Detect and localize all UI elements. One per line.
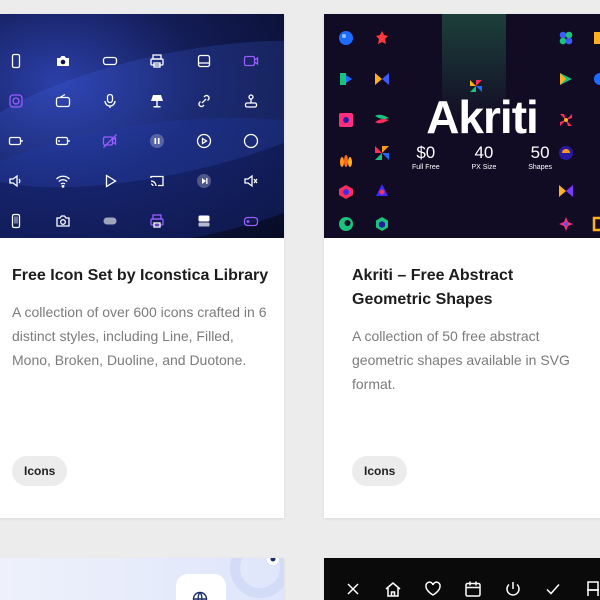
resource-card-akriti[interactable]: Akriti $0 Full Free 40 PX Size 50 Shapes… — [324, 14, 600, 518]
video-off-icon — [101, 132, 119, 150]
lamp-icon — [148, 92, 166, 110]
battery-icon — [7, 132, 25, 150]
resource-card-4[interactable] — [324, 558, 600, 600]
stat-price: $0 Full Free — [412, 143, 440, 172]
volume-icon — [7, 172, 25, 190]
stat-count: 50 Shapes — [528, 143, 552, 172]
shape-butterfly-icon — [559, 185, 573, 197]
smartphone-icon — [7, 212, 25, 230]
microphone-icon — [101, 92, 119, 110]
shape-pink-spark-icon — [559, 217, 573, 231]
stat-label: PX Size — [471, 164, 497, 171]
shape-red-star-icon — [376, 31, 388, 44]
circle-icon — [242, 132, 260, 150]
next-track-icon — [195, 172, 213, 190]
joystick-icon — [242, 92, 260, 110]
stat-value: 50 — [530, 143, 550, 162]
shape-orange-disc-icon — [559, 146, 573, 160]
device-icon — [195, 52, 213, 70]
card-description: A collection of 50 free abstract geometr… — [352, 328, 570, 392]
shape-leaf-icon — [375, 114, 389, 124]
phone-icon — [7, 52, 25, 70]
shape-green-swirl-icon — [339, 217, 353, 231]
cast-icon — [148, 172, 166, 190]
card-title[interactable]: Akriti – Free Abstract Geometric Shapes — [352, 264, 588, 312]
akriti-stats: $0 Full Free 40 PX Size 50 Shapes — [412, 143, 552, 172]
card-title[interactable]: Free Icon Set by Iconstica Library — [12, 264, 272, 288]
camera-filled-icon — [54, 52, 72, 70]
shape-green-half-icon — [340, 73, 352, 85]
shape-red-ring-icon — [339, 185, 353, 199]
target-icon — [7, 92, 25, 110]
play-icon — [101, 172, 119, 190]
shape-green-hex-icon — [376, 217, 388, 231]
page: Free Icon Set by Iconstica Library A col… — [0, 0, 600, 600]
home-icon — [385, 582, 401, 597]
close-icon — [347, 583, 359, 595]
video-camera-icon — [242, 52, 260, 70]
shape-clover-icon — [559, 31, 573, 45]
play-circle-icon — [195, 132, 213, 150]
card-description: A collection of over 600 icons crafted i… — [12, 304, 267, 368]
card-thumbnail[interactable] — [324, 558, 600, 600]
shape-yellow-edge-icon — [594, 32, 600, 44]
shape-blue-cluster-icon — [339, 31, 353, 45]
heart-icon — [425, 581, 441, 596]
check-icon — [546, 584, 560, 595]
shape-orange-flame-icon — [340, 155, 352, 167]
radio-icon — [54, 92, 72, 110]
stat-label: Full Free — [412, 164, 440, 171]
stat-size: 40 PX Size — [471, 143, 497, 172]
game-controller-icon — [242, 212, 260, 230]
gamepad-icon — [101, 212, 119, 230]
pause-icon — [148, 132, 166, 150]
shape-purple-wave-icon — [376, 184, 388, 196]
shape-pink-square-icon — [339, 113, 353, 127]
link-icon — [195, 92, 213, 110]
shape-x-petals-icon — [560, 114, 572, 126]
stat-value: 40 — [474, 143, 494, 162]
resource-card-3[interactable] — [0, 558, 284, 600]
icon-row — [344, 580, 600, 598]
power-icon — [506, 582, 520, 596]
small-badge-icon — [267, 558, 279, 565]
shape-arrow-green-icon — [560, 73, 572, 85]
resource-card-iconstica[interactable]: Free Icon Set by Iconstica Library A col… — [0, 14, 284, 518]
storage-icon — [195, 212, 213, 230]
printer-icon — [148, 52, 166, 70]
stat-label: Shapes — [528, 164, 552, 171]
shape-blue-edge-icon — [594, 73, 600, 85]
wifi-icon — [54, 172, 72, 190]
print-color-icon — [148, 212, 166, 230]
iconstica-thumbnail[interactable] — [0, 14, 284, 238]
akriti-thumbnail[interactable]: Akriti $0 Full Free 40 PX Size 50 Shapes — [324, 14, 600, 238]
akriti-wordmark: Akriti — [426, 91, 539, 143]
icon-grid — [0, 14, 284, 238]
card-thumbnail[interactable] — [0, 558, 284, 600]
tag-icons[interactable]: Icons — [352, 456, 408, 486]
calendar-icon — [465, 581, 481, 597]
card-body: Akriti – Free Abstract Geometric Shapes … — [324, 238, 600, 396]
globe-icon — [192, 591, 208, 600]
mute-icon — [242, 172, 260, 190]
shape-pinwheel-icon — [375, 146, 389, 160]
shape-bowtie-icon — [375, 73, 389, 85]
shape-yellow-square-icon — [592, 216, 600, 232]
chair-icon — [587, 581, 599, 596]
stat-value: $0 — [416, 143, 436, 162]
battery-low-icon — [54, 132, 72, 150]
tag-icons[interactable]: Icons — [12, 456, 68, 486]
vr-headset-icon — [101, 52, 119, 70]
card-body: Free Icon Set by Iconstica Library A col… — [0, 238, 284, 372]
camera-icon — [54, 212, 72, 230]
